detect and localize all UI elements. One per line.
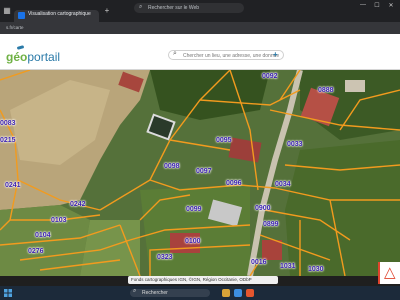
taskbar-search[interactable]: ⌕ Rechercher [130,288,210,297]
parcel-label[interactable]: 0242 [70,201,86,208]
parcel-label[interactable]: 0215 [0,137,16,144]
address-placeholder: Rechercher sur le Web [148,5,200,11]
triangle-icon: △ [384,264,396,281]
map-view[interactable]: 0092 0888 0033 0095 0098 0097 0096 0034 … [0,70,400,276]
parcel-label[interactable]: 0888 [318,87,334,94]
favicon-icon [18,12,25,19]
search-box[interactable]: ⌕ + [168,50,284,60]
attribution-text: Fonds cartographiques IGN, ©IGN, Région … [131,277,252,282]
parcel-label[interactable]: 0241 [5,182,21,189]
search-input[interactable] [183,52,279,59]
parcel-label[interactable]: 0900 [255,205,271,212]
plus-icon[interactable]: + [102,6,112,16]
parcel-label[interactable]: 0323 [157,254,173,261]
parcel-label[interactable]: 0103 [51,217,67,224]
parcel-label[interactable]: 0033 [287,141,303,148]
close-icon[interactable]: ✕ [386,2,396,9]
windows-icon[interactable] [4,289,12,297]
parcel-label[interactable]: 0097 [196,168,212,175]
address-bar[interactable]: ⌕ Rechercher sur le Web [134,3,244,13]
parcel-label[interactable]: 0016 [251,259,267,266]
search-icon: ⌕ [133,288,137,294]
parcel-label[interactable]: 0276 [28,248,44,255]
browser-tab[interactable]: Visualisation cartographique [14,10,99,22]
app-icon[interactable] [246,289,254,297]
tab-title: Visualisation cartographique [28,11,91,17]
attribution-bar: Fonds cartographiques IGN, ©IGN, Région … [128,276,278,284]
browser-icon[interactable] [234,289,242,297]
parcel-label[interactable]: 0096 [226,180,242,187]
folder-icon[interactable] [222,289,230,297]
window-controls: — ☐ ✕ [358,2,398,12]
parcel-label[interactable]: 0098 [164,163,180,170]
taskbar: ⌕ Rechercher [0,286,400,300]
parcel-label[interactable]: 0100 [185,238,201,245]
search-icon: ⌕ [139,4,143,10]
geoportail-logo[interactable]: géoportail [6,45,66,64]
parcel-label[interactable]: 1030 [308,266,324,273]
maximize-icon[interactable]: ☐ [372,2,382,9]
map-widget[interactable]: △ [378,262,400,284]
screen: ▦ Visualisation cartographique + ⌕ Reche… [0,0,400,300]
parcel-label[interactable]: 0095 [216,137,232,144]
app-header: géoportail ⌕ + [0,34,400,70]
parcel-label[interactable]: 0034 [275,181,291,188]
parcel-label[interactable]: 1031 [280,263,296,270]
browser-tab-bar: ▦ Visualisation cartographique + ⌕ Reche… [0,0,400,22]
parcel-label[interactable]: 0099 [186,206,202,213]
taskbar-search-label: Rechercher [142,290,168,296]
minimize-icon[interactable]: — [358,2,368,8]
url-text: s.fr/carte [6,25,24,30]
parcel-label[interactable]: 0899 [263,221,279,228]
url-bar[interactable]: s.fr/carte [0,22,400,34]
parcel-label[interactable]: 0083 [0,120,16,127]
add-button[interactable]: + [273,50,278,59]
search-icon: ⌕ [173,50,177,57]
logo-geo: géo [6,50,28,64]
logo-portail: portail [27,50,61,64]
grid-icon[interactable]: ▦ [2,6,12,16]
parcel-label[interactable]: 0104 [35,232,51,239]
parcel-label[interactable]: 0092 [262,73,278,80]
